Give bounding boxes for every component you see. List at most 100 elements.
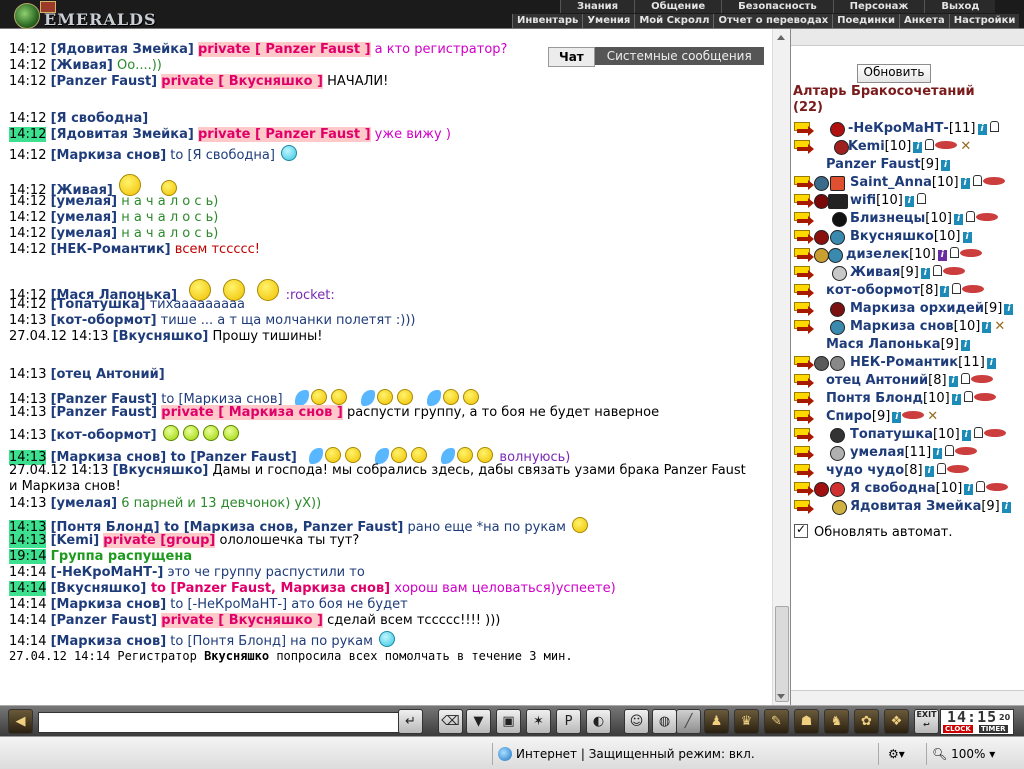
protected-mode-icon[interactable]: ⚙▾ — [888, 746, 905, 762]
menu-knowledge[interactable]: Знания — [560, 0, 635, 13]
nick-link[interactable]: [Вкусняшко] — [113, 329, 209, 344]
player-name[interactable]: Я свободна — [850, 481, 936, 496]
private-arrow-icon[interactable] — [797, 504, 814, 514]
player-name[interactable]: НЕК-Романтик — [850, 355, 958, 370]
private-arrow-icon[interactable] — [797, 468, 814, 478]
zoom-control[interactable]: 🔍︎ 100% ▾ — [932, 746, 995, 762]
nick-link[interactable]: [Ядовитая Змейка] — [51, 42, 194, 57]
info-icon[interactable]: i — [961, 340, 970, 351]
player-name[interactable]: Ядовитая Змейка — [850, 499, 981, 514]
security-zone[interactable]: Интернет | Защищенный режим: вкл. — [498, 746, 755, 762]
menu-duels[interactable]: Поединки — [832, 14, 899, 28]
info-icon[interactable]: i — [1004, 304, 1014, 315]
slash-icon[interactable]: ╱ — [676, 709, 701, 734]
player-name[interactable]: Saint_Anna — [850, 175, 932, 190]
tab-system-messages[interactable]: Системные сообщения — [594, 47, 764, 65]
info-icon[interactable]: i — [940, 286, 950, 297]
private-arrow-icon[interactable] — [797, 144, 814, 154]
speaker-icon[interactable]: ◀ — [8, 709, 33, 734]
info-icon[interactable]: i — [913, 142, 923, 153]
nick-link[interactable]: [умелая] — [51, 210, 117, 225]
nick-link[interactable]: [Ядовитая Змейка] — [51, 127, 194, 142]
menu-my-scroll[interactable]: Мой Скролл — [634, 14, 714, 28]
player-name[interactable]: Понтя Блонд — [826, 391, 923, 406]
gift-icon[interactable]: ✿ — [854, 709, 879, 734]
filter-icon[interactable]: ▼ — [466, 709, 491, 734]
menu-transfer-report[interactable]: Отчет о переводах — [713, 14, 833, 28]
player-name[interactable]: Маркиза орхидей — [850, 301, 984, 316]
info-icon[interactable]: i — [948, 376, 958, 387]
private-arrow-icon[interactable] — [797, 306, 814, 316]
player-name[interactable]: Kemi — [848, 139, 885, 154]
nick-link[interactable]: [Вкусняшко] — [51, 581, 147, 596]
refresh-button[interactable]: Обновить — [857, 64, 931, 83]
whisper-icon[interactable]: ◐ — [586, 709, 611, 734]
nick-link[interactable]: [Kemi] — [51, 533, 100, 548]
menu-settings[interactable]: Настройки — [948, 14, 1020, 28]
nick-link[interactable]: [Топатушка] — [51, 297, 146, 312]
private-arrow-icon[interactable] — [797, 252, 814, 262]
player-name[interactable]: Живая — [850, 265, 900, 280]
tab-chat[interactable]: Чат — [548, 47, 595, 67]
player-name[interactable]: Топатушка — [850, 427, 933, 442]
info-icon[interactable]: i — [933, 448, 943, 459]
private-arrow-icon[interactable] — [797, 324, 814, 334]
smiles-icon[interactable]: ☺ — [624, 709, 649, 734]
player-name[interactable]: Мася Лапонька — [826, 337, 941, 352]
chat-scrollbar[interactable] — [772, 29, 790, 705]
nick-link[interactable]: [Вкусняшко] — [113, 463, 209, 478]
player-name[interactable]: Вкусняшко — [850, 229, 934, 244]
send-icon[interactable]: ↵ — [398, 709, 423, 734]
private-arrow-icon[interactable] — [797, 414, 814, 424]
info-icon[interactable]: i — [986, 358, 996, 369]
player-name[interactable]: кот-обормот — [826, 283, 920, 298]
menu-inventory[interactable]: Инвентарь — [512, 14, 583, 28]
exit-button[interactable]: EXIT ↩ — [914, 709, 939, 734]
info-icon[interactable]: i — [904, 196, 914, 207]
nick-link[interactable]: [Panzer Faust] — [51, 613, 158, 628]
nick-link[interactable]: [умелая] — [51, 226, 117, 241]
player-name[interactable]: Близнецы — [850, 211, 925, 226]
private-arrow-icon[interactable] — [797, 288, 814, 298]
player-name[interactable]: Panzer Faust — [826, 157, 921, 172]
clock-label[interactable]: CLOCK — [943, 725, 973, 733]
info-icon[interactable]: i — [892, 412, 902, 423]
nick-link[interactable]: [Живая] — [51, 58, 113, 73]
player-name[interactable]: дизелек — [846, 247, 909, 262]
scroll-up-icon[interactable] — [777, 35, 785, 40]
creature-icon[interactable]: ☗ — [794, 709, 819, 734]
private-arrow-icon[interactable] — [797, 198, 814, 208]
private-arrow-icon[interactable] — [797, 396, 814, 406]
private-arrow-icon[interactable] — [797, 432, 814, 442]
nick-link[interactable]: [Маркиза снов] — [51, 148, 167, 163]
nick-link[interactable]: [Panzer Faust] — [51, 74, 158, 89]
helmet-icon[interactable]: ◍ — [652, 709, 677, 734]
fight-icon[interactable]: ✶ — [526, 709, 551, 734]
nick-link[interactable]: [Маркиза снов] — [51, 597, 167, 612]
player-name[interactable]: -НеКроМаНТ- — [848, 121, 949, 136]
nick-link[interactable]: [Я свободна] — [51, 111, 149, 126]
menu-exit[interactable]: Выход — [924, 0, 996, 13]
player-name[interactable]: чудо чудо — [826, 463, 904, 478]
lion-icon[interactable]: ♛ — [734, 709, 759, 734]
info-icon[interactable]: i — [964, 484, 974, 495]
nick-link[interactable]: [умелая] — [51, 496, 117, 511]
info-icon[interactable]: i — [937, 250, 947, 261]
friends-icon[interactable]: ❖ — [884, 709, 909, 734]
chat-input[interactable] — [38, 712, 400, 733]
scroll-thumb[interactable] — [775, 606, 789, 702]
menu-character[interactable]: Персонаж — [832, 0, 925, 13]
info-icon[interactable]: i — [920, 268, 930, 279]
info-icon[interactable]: i — [953, 214, 963, 225]
player-name[interactable]: умелая — [850, 445, 905, 460]
scroll-icon[interactable]: ✎ — [764, 709, 789, 734]
private-arrow-icon[interactable] — [797, 270, 814, 280]
private-arrow-icon[interactable] — [797, 216, 814, 226]
scroll-down-icon[interactable] — [777, 694, 785, 699]
menu-security[interactable]: Безопасность — [721, 0, 833, 13]
menu-communication[interactable]: Общение — [634, 0, 722, 13]
private-arrow-icon[interactable] — [797, 486, 814, 496]
knight-icon[interactable]: ♞ — [824, 709, 849, 734]
info-icon[interactable]: i — [941, 160, 951, 171]
info-icon[interactable]: i — [951, 394, 961, 405]
